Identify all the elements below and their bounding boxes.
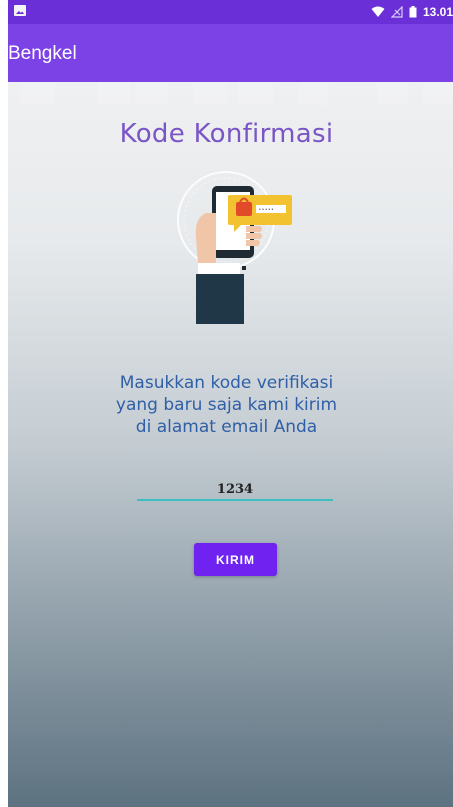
status-time: 13.01 xyxy=(422,5,453,19)
battery-icon xyxy=(409,6,417,18)
instruction-line-3: di alamat email Anda xyxy=(135,417,318,437)
svg-text:• • • • •: • • • • • xyxy=(259,207,274,213)
image-icon xyxy=(14,5,26,16)
verification-code-input[interactable] xyxy=(137,480,333,501)
page-title: Kode Konfirmasi xyxy=(119,119,334,149)
instruction-text: Masukkan kode verifikasi yang baru saja … xyxy=(8,372,453,438)
app-screen: 13.01 Bengkel Kode Konfirmasi • • • • • … xyxy=(8,0,453,807)
wifi-icon xyxy=(371,6,385,17)
phone-lock-verification-illustration: • • • • • xyxy=(177,171,292,324)
verification-code-field xyxy=(137,480,333,501)
instruction-line-1: Masukkan kode verifikasi xyxy=(119,373,334,393)
app-title: Bengkel xyxy=(8,43,77,64)
status-bar: 13.01 xyxy=(8,0,453,24)
status-icons: 13.01 xyxy=(371,4,453,20)
signal-icon xyxy=(390,6,403,18)
instruction-line-2: yang baru saja kami kirim xyxy=(115,395,338,415)
submit-button[interactable]: KIRIM xyxy=(194,543,277,576)
app-bar: Bengkel xyxy=(8,24,453,82)
